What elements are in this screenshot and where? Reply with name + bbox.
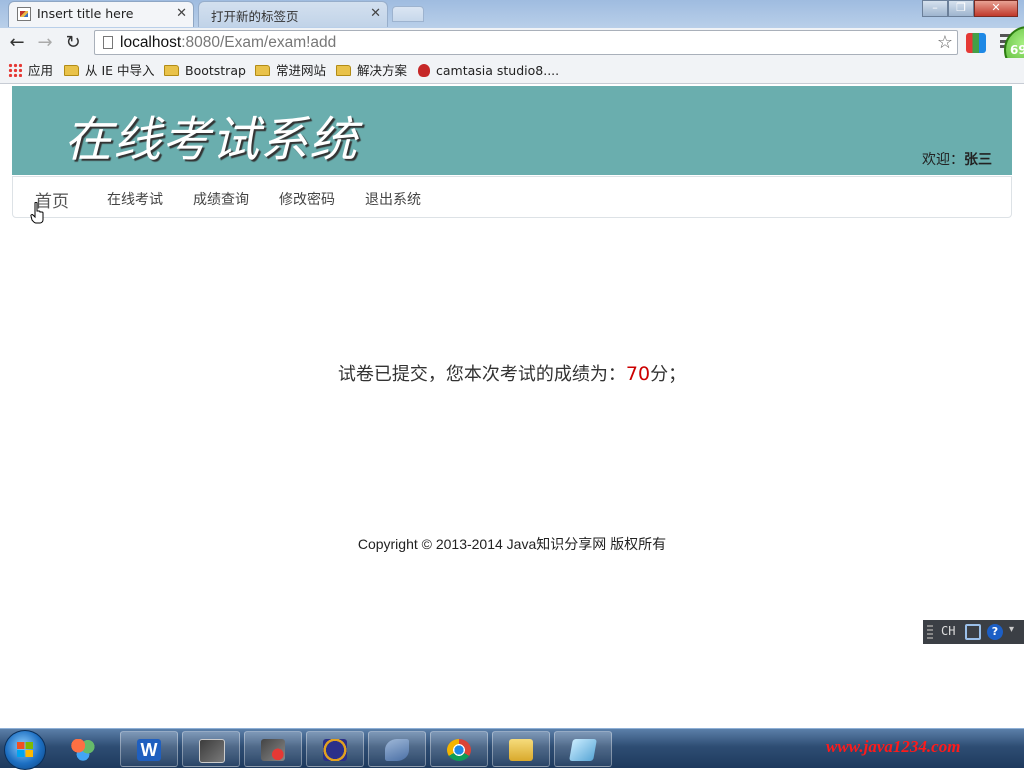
bookmark-apps[interactable]: 应用 [8,62,53,80]
ime-help-icon[interactable]: ? [987,624,1003,640]
result-prefix: 试卷已提交，您本次考试的成绩为： [337,364,626,385]
tab-new-tab-page[interactable]: 打开新的标签页 ✕ [198,1,388,27]
back-arrow-icon[interactable]: ← [6,32,28,54]
result-suffix: 分； [650,364,687,385]
ime-grip-icon[interactable] [927,625,933,639]
url-path: :8080/Exam/exam!add [181,34,337,51]
minimize-button[interactable]: – [922,0,948,17]
nav-change-password[interactable]: 修改密码 [279,189,335,209]
tab-close-icon[interactable]: ✕ [176,6,187,21]
user-name: 张三 [964,152,992,168]
site-title: 在线考试系统 [64,112,359,168]
folder-icon [64,65,79,76]
apps-icon [8,63,22,77]
taskbar-app-java-ee-ide[interactable] [306,731,364,767]
word-app-icon: W [137,739,161,761]
bookmark-label: 常进网站 [276,63,327,78]
taskbar-app-explorer[interactable] [492,731,550,767]
watermark-brand: www.java1234.com [826,737,961,756]
tab-strip: Insert title here ✕ 打开新的标签页 ✕ – ❐ ✕ [0,0,1024,28]
welcome-text: 欢迎：张三 [922,149,992,169]
taskbar-app-recorder[interactable] [244,731,302,767]
bookmark-label: 解决方案 [357,63,408,78]
taskbar-app-mysql[interactable] [368,731,426,767]
page-favicon-icon [17,7,31,21]
taskbar-app-chrome[interactable] [430,731,488,767]
ime-language[interactable]: CH [941,624,955,638]
tab-title: Insert title here [37,6,134,21]
url-host: localhost [120,34,182,51]
java-ee-ide-icon [323,739,347,761]
nav-logout[interactable]: 退出系统 [365,189,421,209]
extension-icon[interactable] [966,33,986,53]
bookmark-camtasia[interactable]: camtasia studio8.... [418,62,559,80]
new-tab-button[interactable] [392,6,424,22]
close-window-button[interactable]: ✕ [974,0,1018,17]
chrome-app-icon [447,739,471,761]
bookmark-folder-bootstrap[interactable]: Bootstrap [164,62,246,80]
taskbar-app-terminal[interactable] [182,731,240,767]
welcome-label: 欢迎： [922,152,964,168]
browser-chrome: Insert title here ✕ 打开新的标签页 ✕ – ❐ ✕ ← → … [0,0,1024,84]
ime-options-icon[interactable]: ▾ [1009,624,1019,640]
terminal-app-icon [199,739,225,763]
camtasia-icon [418,64,430,77]
bookmark-label: 应用 [28,63,54,78]
folder-app-icon [509,739,533,761]
bookmark-label: 从 IE 中导入 [85,63,155,78]
start-button[interactable] [4,730,46,770]
folder-icon [336,65,351,76]
page-content: 在线考试系统 欢迎：张三 首页 在线考试 成绩查询 修改密码 退出系统 试卷已提… [0,84,1024,728]
copyright-footer: Copyright © 2013-2014 Java知识分享网 版权所有 [357,536,667,552]
exam-result-message: 试卷已提交，您本次考试的成绩为：70分； [0,360,1024,386]
exam-score: 70 [625,363,651,385]
ime-keyboard-icon[interactable] [965,624,981,640]
tab-active[interactable]: Insert title here ✕ [8,1,194,27]
taskbar-app-media[interactable] [54,731,112,767]
recorder-app-icon [261,739,285,761]
bookmark-folder-ie-import[interactable]: 从 IE 中导入 [64,62,155,80]
hand-cursor-icon [30,202,44,224]
maximize-button[interactable]: ❐ [948,0,974,17]
dolphin-app-icon [385,739,409,761]
folder-icon [164,65,179,76]
folder-icon [255,65,270,76]
nav-online-exam[interactable]: 在线考试 [107,189,163,209]
reload-icon[interactable]: ↻ [62,32,84,54]
tab-title: 打开新的标签页 [211,9,299,24]
taskbar-app-word[interactable]: W [120,731,178,767]
media-app-icon [71,739,95,761]
bookmark-folder-sites[interactable]: 常进网站 [255,62,326,80]
ime-toolbar: CH ? ▾ [923,620,1024,644]
bookmarks-bar: 应用 从 IE 中导入 Bootstrap 常进网站 解决方案 camtasia… [0,58,1024,84]
taskbar-app-notes[interactable] [554,731,612,767]
bookmark-folder-solutions[interactable]: 解决方案 [336,62,407,80]
window-controls: – ❐ ✕ [922,0,1018,18]
main-nav: 首页 在线考试 成绩查询 修改密码 退出系统 [12,176,1012,218]
site-header: 在线考试系统 欢迎：张三 [12,86,1012,175]
tab-close-icon[interactable]: ✕ [370,6,381,21]
bookmark-label: Bootstrap [185,63,246,78]
bookmark-star-icon[interactable]: ☆ [937,32,953,53]
windows-taskbar: W www.java1234.com [0,728,1024,770]
page-icon [103,36,113,49]
address-bar[interactable]: localhost:8080/Exam/exam!add ☆ [94,30,958,55]
browser-toolbar: ← → ↻ localhost:8080/Exam/exam!add ☆ [0,28,1024,58]
nav-score-query[interactable]: 成绩查询 [193,189,249,209]
url-text: localhost:8080/Exam/exam!add [120,34,336,52]
forward-arrow-icon[interactable]: → [34,32,56,54]
bookmark-label: camtasia studio8.... [436,63,560,78]
notes-app-icon [569,739,597,761]
